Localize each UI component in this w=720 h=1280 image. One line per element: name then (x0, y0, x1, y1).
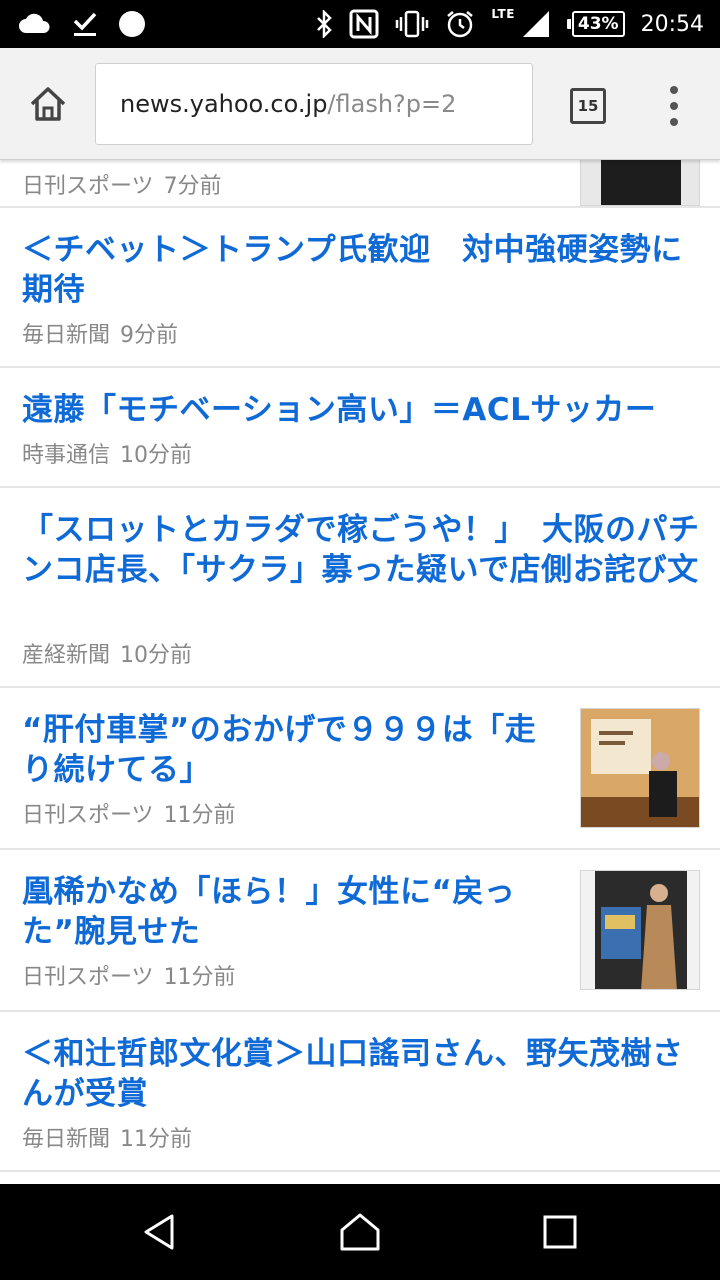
recents-icon (543, 1215, 577, 1249)
news-title[interactable]: ＜チベット＞トランプ氏歓迎 対中強硬姿勢に期待 (22, 230, 702, 310)
home-nav-icon (340, 1213, 380, 1251)
news-time: 10分前 (120, 443, 193, 468)
news-source: 産経新聞 (22, 643, 111, 668)
news-item[interactable]: “肝付車掌”のおかげで９９９は「走り続けてる」 日刊スポーツ 11分前 (0, 688, 720, 850)
alarm-icon (445, 9, 475, 39)
bluetooth-icon (315, 10, 333, 38)
clock: 20:54 (640, 11, 704, 37)
home-icon (30, 87, 66, 121)
home-button[interactable] (24, 80, 72, 128)
back-icon (144, 1214, 174, 1250)
news-meta: 日刊スポーツ 11分前 (22, 797, 236, 829)
recents-button[interactable] (532, 1204, 588, 1260)
news-source: 毎日新聞 (22, 1127, 111, 1152)
menu-dot-icon (670, 118, 678, 126)
news-list: 日刊スポーツ 7分前 ＜チベット＞トランプ氏歓迎 対中強硬姿勢に期待 毎日新聞 9分… (0, 160, 720, 1184)
news-meta: 毎日新聞 9分前 (22, 317, 178, 349)
url-bar[interactable]: news.yahoo.co.jp/flash?p=2 (95, 63, 533, 145)
news-title[interactable]: 「スロットとカラダで稼ごうや！」 大阪のパチンコ店長、「サクラ」募った疑いで店側… (22, 510, 702, 590)
news-title[interactable]: “肝付車掌”のおかげで９９９は「走り続けてる」 (22, 710, 552, 790)
lte-label: LTE (491, 7, 515, 21)
nfc-icon (349, 9, 379, 39)
signal-icon (521, 9, 551, 39)
battery-icon (566, 19, 571, 29)
news-item[interactable]: 日刊スポーツ 7分前 (0, 160, 720, 208)
back-button[interactable] (132, 1204, 188, 1260)
news-meta: 産経新聞 10分前 (22, 637, 192, 669)
news-title[interactable]: 遠藤「モチベーション高い」＝ACLサッカー (22, 390, 702, 430)
home-nav-button[interactable] (332, 1204, 388, 1260)
news-title[interactable]: 凰稀かなめ「ほら！」女性に“戻った”腕見せた (22, 872, 552, 952)
status-bar: LTE 43% 20:54 (0, 0, 720, 48)
news-source: 日刊スポーツ (22, 803, 154, 828)
news-time: 10分前 (120, 643, 193, 668)
url-path: /flash?p=2 (327, 90, 457, 118)
battery-level: 43% (571, 11, 625, 37)
news-time: 11分前 (163, 803, 236, 828)
news-item[interactable]: ＜和辻哲郎文化賞＞山口謠司さん、野矢茂樹さんが受賞 毎日新聞 11分前 (0, 1012, 720, 1172)
news-time: 11分前 (163, 965, 236, 990)
news-time: 9分前 (120, 323, 179, 348)
vibrate-icon (395, 10, 429, 38)
tab-switcher-button[interactable]: 15 (570, 88, 606, 124)
browser-toolbar: news.yahoo.co.jp/flash?p=2 15 (0, 48, 720, 160)
news-time: 7分前 (163, 174, 222, 199)
cloud-icon (18, 13, 52, 35)
news-thumbnail[interactable] (580, 708, 700, 828)
news-title[interactable]: ＜和辻哲郎文化賞＞山口謠司さん、野矢茂樹さんが受賞 (22, 1034, 702, 1114)
news-meta: 日刊スポーツ 7分前 (22, 168, 222, 200)
news-time: 11分前 (120, 1127, 193, 1152)
news-item[interactable]: 遠藤「モチベーション高い」＝ACLサッカー 時事通信 10分前 (0, 368, 720, 488)
overflow-menu-button[interactable] (660, 84, 688, 128)
news-meta: 時事通信 10分前 (22, 437, 192, 469)
url-host: news.yahoo.co.jp (120, 90, 328, 118)
menu-dot-icon (670, 86, 678, 94)
news-source: 時事通信 (22, 443, 111, 468)
news-source: 日刊スポーツ (22, 174, 154, 199)
news-thumbnail[interactable] (580, 870, 700, 990)
news-meta: 日刊スポーツ 11分前 (22, 959, 236, 991)
news-item[interactable]: ＜チベット＞トランプ氏歓迎 対中強硬姿勢に期待 毎日新聞 9分前 (0, 208, 720, 368)
news-item[interactable]: 凰稀かなめ「ほら！」女性に“戻った”腕見せた 日刊スポーツ 11分前 (0, 850, 720, 1012)
news-thumbnail (580, 160, 700, 206)
news-item[interactable]: 「スロットとカラダで稼ごうや！」 大阪のパチンコ店長、「サクラ」募った疑いで店側… (0, 488, 720, 688)
notification-dot-icon (118, 10, 146, 38)
news-meta: 毎日新聞 11分前 (22, 1121, 192, 1153)
menu-dot-icon (670, 102, 678, 110)
download-done-icon (72, 10, 98, 38)
news-source: 日刊スポーツ (22, 965, 154, 990)
system-navigation-bar (0, 1184, 720, 1280)
battery-indicator: 43% (566, 11, 625, 37)
news-source: 毎日新聞 (22, 323, 111, 348)
